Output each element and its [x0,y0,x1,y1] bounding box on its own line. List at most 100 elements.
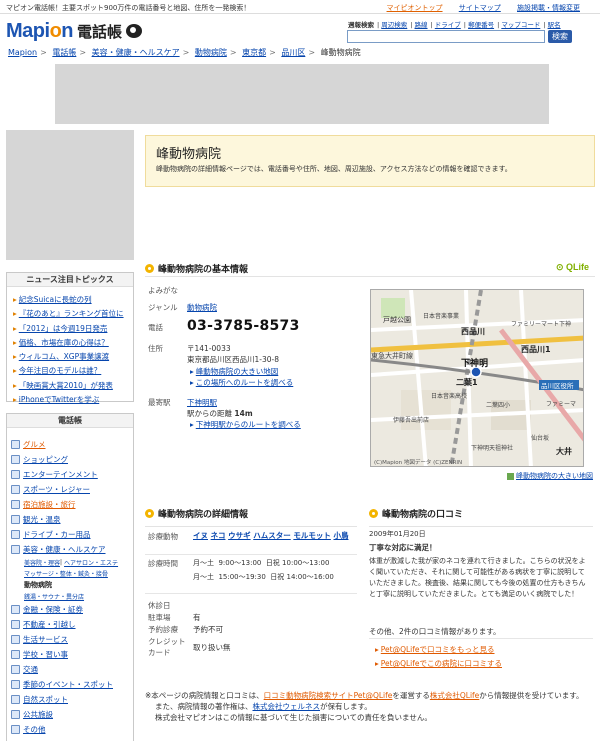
subcategory-link[interactable]: 美容院・理容 [24,558,60,567]
category-item[interactable]: 金融・保険・証券 [11,602,133,617]
map-icon [507,472,514,480]
station-link[interactable]: 下神明駅 [187,397,217,408]
category-icon [11,545,20,554]
route-link[interactable]: この場所へのルートを調べる [190,377,294,388]
search-tab[interactable]: 周辺検索 [381,21,407,29]
category-icon [11,725,20,734]
subcategory-link[interactable]: ヘアサロン・エステ [64,558,118,567]
my-mapion-link[interactable]: マイピオントップ [387,4,443,12]
category-item[interactable]: その他 [11,722,133,737]
breadcrumb-item[interactable]: 美容・健康・ヘルスケア [92,48,180,57]
category-item[interactable]: エンターテインメント [11,467,133,482]
category-item[interactable]: 公共施設 [11,707,133,722]
search-tab[interactable]: マップコード [501,21,540,29]
station-label: 最寄駅 [148,398,171,407]
qlife-company-link[interactable]: 株式会社QLife [430,691,479,700]
hours-row: 月〜土 15:00〜19:30 日祝 14:00〜16:00 [193,573,334,581]
category-item[interactable]: 学校・習い事 [11,647,133,662]
category-item[interactable]: ショッピング [11,452,133,467]
category-icon [11,470,20,479]
map-caption-link[interactable]: 峰動物病院の大きい地図 [507,471,593,481]
category-icon [11,695,20,704]
location-map[interactable]: 戸越公園 西品川 西品川1 東急大井町線 下神明 品川区役所 日本音楽事業 ファ… [370,289,584,467]
wellness-company-link[interactable]: 株式会社ウェルネス [253,702,321,711]
address: 東京都品川区西品川1-30-8 [187,355,279,364]
news-item[interactable]: iPhoneでTwitterを学ぶ [19,395,99,404]
subcategory-link[interactable]: 銭湯・サウナ・異分店 [24,592,84,601]
search-tab[interactable]: 郵便番号 [468,21,494,29]
genre-label: ジャンル [148,303,178,312]
category-item[interactable]: 生活サービス [11,632,133,647]
basic-info-title: 峰動物病院の基本情報 [145,262,595,275]
category-item[interactable]: 不動産・引越し [11,617,133,632]
card-value: 取り扱い無 [193,643,231,652]
breadcrumb-current: 峰動物病院 [320,48,361,57]
svg-text:品川区役所: 品川区役所 [541,381,574,390]
mapion-logo[interactable]: Mapion 電話帳 [6,20,143,42]
animal-link[interactable]: ネコ [211,531,226,540]
category-icon [11,710,20,719]
category-item[interactable]: 季節のイベント・スポット [11,677,133,692]
reading-label: よみがな [148,286,178,295]
news-item[interactable]: ウィルコム、XGP事業譲渡 [19,352,109,361]
breadcrumb-item[interactable]: Mapion [8,48,37,57]
news-item[interactable]: 「2012」は今週19日発売 [19,324,108,333]
qlife-logo[interactable]: ⊙ QLife [556,262,589,273]
svg-text:戸越公園: 戸越公園 [383,315,411,324]
category-icon [11,665,20,674]
station-route-link[interactable]: 下神明駅からのルートを調べる [190,419,301,430]
ad-banner-top[interactable] [55,64,549,124]
subcategory-link[interactable]: マッサージ・整体・鍼灸・接骨 [24,569,108,578]
svg-text:下神明: 下神明 [461,357,488,369]
category-item[interactable]: 交通 [11,662,133,677]
qlife-site-link[interactable]: 口コミ動物病院検索サイトPet@QLife [264,691,393,700]
detail-title: 峰動物病院の詳細情報 [145,507,357,520]
subcategory-links: マッサージ・整体・鍼灸・接骨 [11,568,133,579]
category-icon [11,680,20,689]
news-item[interactable]: 今年注目のモデルは誰？ [19,366,102,375]
breadcrumb-item[interactable]: 品川区 [281,48,305,57]
genre-link[interactable]: 動物病院 [187,302,217,313]
category-item[interactable]: 宿泊施設・旅行 [11,497,133,512]
category-item[interactable]: ドライブ・カー用品 [11,527,133,542]
breadcrumb-item[interactable]: 電話帳 [52,48,76,57]
news-item[interactable]: 『花のあと』ランキング首位に [19,309,124,318]
search-tab[interactable]: ドライブ [435,21,461,29]
reservation-label: 予約診療 [148,625,178,634]
review-count: その他、2件の口コミ情報があります。 [369,627,501,636]
animal-link[interactable]: イヌ [193,531,208,540]
more-reviews-link[interactable]: ▸ Pet@QLifeで口コミをもっと見る [375,644,495,655]
listing-change-link[interactable]: 施設掲載・情報変更 [517,4,580,12]
logo-subtitle: 電話帳 [77,23,123,41]
phone-label: 電話 [148,323,163,332]
category-item[interactable]: 自然スポット [11,692,133,707]
search-tab[interactable]: 駅名 [548,21,561,29]
animal-link[interactable]: モルモット [293,531,331,540]
animal-link[interactable]: ウサギ [228,531,251,540]
breadcrumb-item[interactable]: 動物病院 [195,48,227,57]
big-map-link[interactable]: 峰動物病院の大きい地図 [190,366,279,377]
breadcrumb-item[interactable]: 東京都 [242,48,266,57]
category-item[interactable]: スポーツ・レジャー [11,482,133,497]
ad-banner-left[interactable] [6,130,134,260]
svg-text:東急大井町線: 東急大井町線 [371,351,413,360]
search-input[interactable] [347,30,545,43]
search-button[interactable]: 検索 [548,30,572,43]
news-item[interactable]: 記念Suicaに長蛇の列 [19,295,92,304]
news-item[interactable]: 価格、市場在庫の心得は？ [19,338,109,347]
news-item[interactable]: 「映画賞大賞2010」が発表 [19,381,113,390]
category-icon [11,530,20,539]
animal-link[interactable]: 小鳥 [333,531,348,540]
category-item[interactable]: グルメ [11,437,133,452]
svg-text:二葉1: 二葉1 [456,377,478,387]
search-tab[interactable]: 路線 [415,21,428,29]
category-icon [11,455,20,464]
animal-link[interactable]: ハムスター [253,531,291,540]
sitemap-link[interactable]: サイトマップ [459,4,501,12]
category-item[interactable]: 観光・温泉 [11,512,133,527]
svg-text:仙台坂: 仙台坂 [531,434,549,442]
category-item[interactable]: 美容・健康・ヘルスケア [11,542,133,557]
post-review-link[interactable]: ▸ Pet@QLifeでこの病院に口コミする [375,658,502,669]
top-bar: マピオン電話帳！主要スポット900万件の電話番号と地図、住所を一発検索！ マイピ… [0,0,600,14]
search-mode-label: 週報検索 [348,21,374,29]
